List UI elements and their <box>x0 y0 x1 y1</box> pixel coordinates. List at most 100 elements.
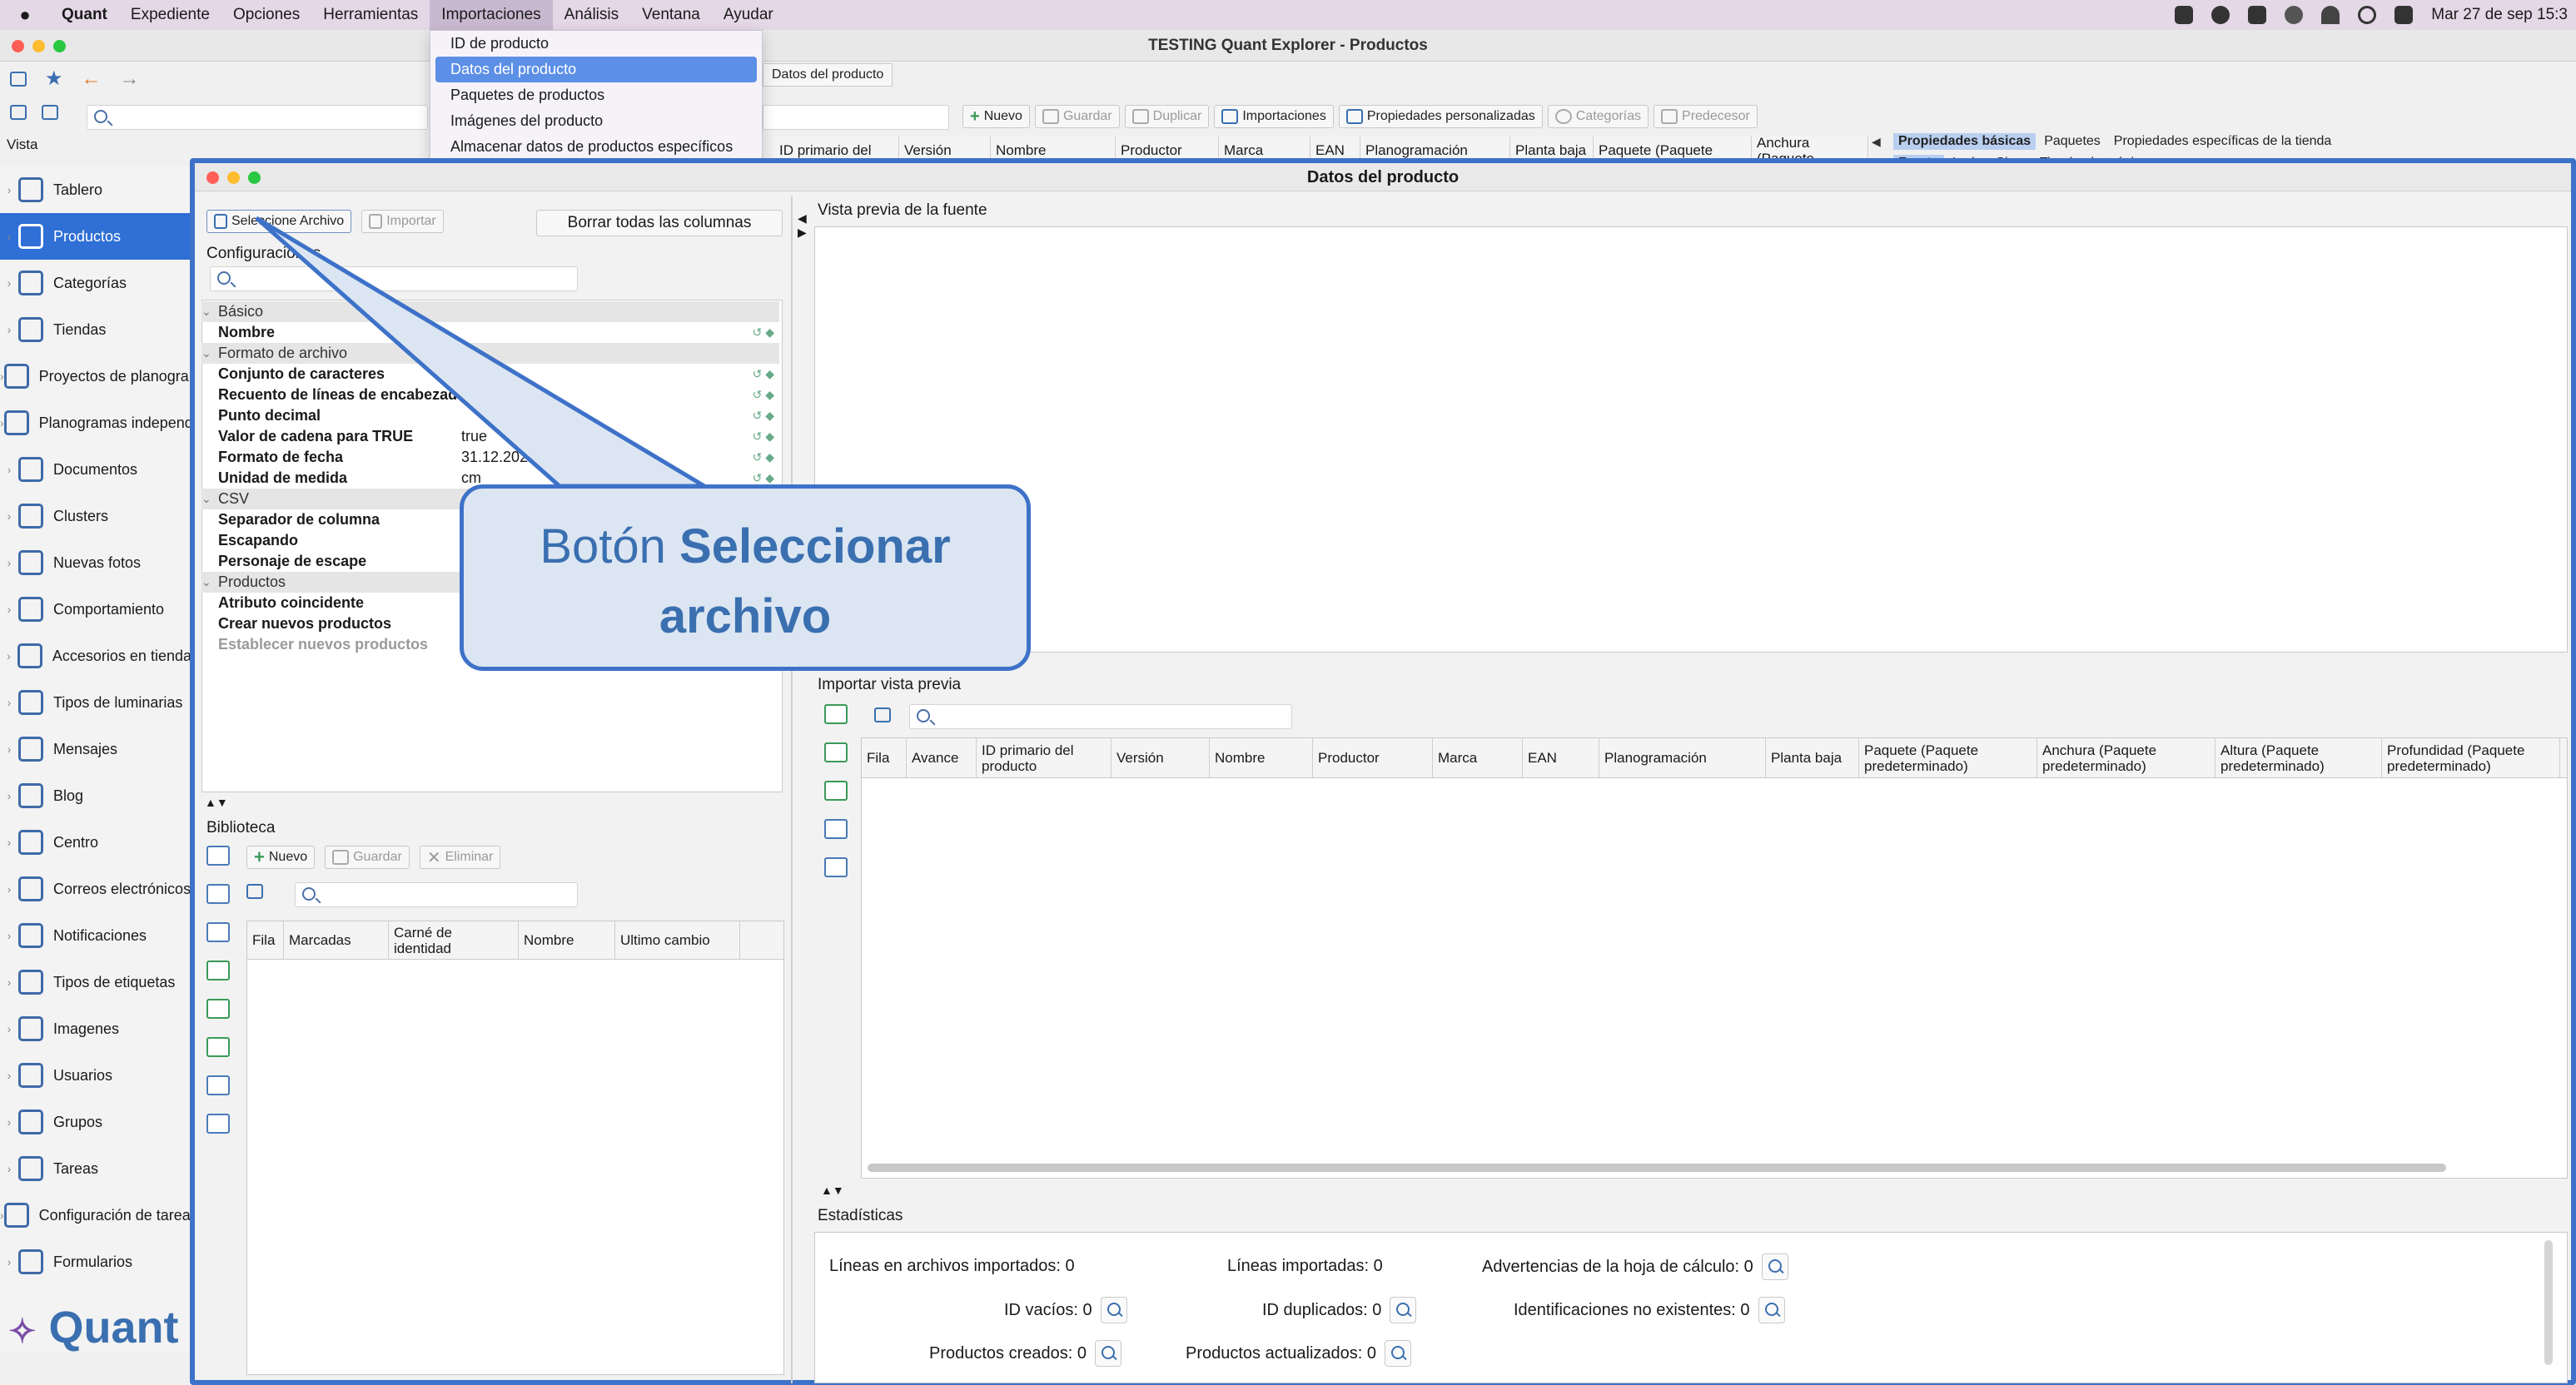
importaciones-button[interactable]: Importaciones <box>1214 105 1334 128</box>
minimize-icon[interactable] <box>32 40 45 52</box>
apple-icon[interactable]: ● <box>0 4 50 26</box>
sidebar-item[interactable]: › Correos electrónicos <box>0 866 191 912</box>
property-row[interactable]: Nombre ↺ ◆ <box>201 322 779 343</box>
right-tab[interactable]: Propiedades específicas de la tienda <box>2109 133 2337 150</box>
secondary-search-input[interactable] <box>763 105 949 130</box>
reset-icon[interactable]: ↺ ◆ <box>746 367 779 381</box>
lib-guardar-button[interactable]: Guardar <box>325 846 410 869</box>
lib-nuevo-button[interactable]: + Nuevo <box>246 846 316 869</box>
dialog-close-icon[interactable] <box>206 171 219 184</box>
sidebar-item[interactable]: › Tipos de luminarias <box>0 679 191 726</box>
borrar-columnas-button[interactable]: Borrar todas las columnas <box>536 210 783 236</box>
sidebar-item[interactable]: › Nuevas fotos <box>0 539 191 586</box>
wifi-icon[interactable] <box>2321 6 2340 24</box>
group-chevron-icon[interactable]: ⌄ <box>201 492 215 506</box>
dropdown-item[interactable]: Almacenar datos de productos específicos <box>435 134 757 160</box>
property-value[interactable]: UTF-8 <box>458 365 746 383</box>
checklist-icon[interactable] <box>206 846 230 866</box>
import-column-header[interactable]: Altura (Paquete predeterminado) <box>2215 738 2382 777</box>
propiedades-button[interactable]: Propiedades personalizadas <box>1338 105 1543 128</box>
menu-ayudar[interactable]: Ayudar <box>712 0 785 30</box>
chart-icon[interactable] <box>824 857 848 877</box>
zoom-identificaciones-icon[interactable] <box>1758 1297 1785 1323</box>
categorias-button[interactable]: Categorías <box>1547 105 1649 128</box>
sidebar-toggle-icon[interactable] <box>10 71 27 87</box>
sidebar-item[interactable]: › Formularios <box>0 1239 191 1285</box>
collapse-left-arrow-icon[interactable]: ◀ <box>1872 135 1881 149</box>
property-row[interactable]: Punto decimal ↺ ◆ <box>201 405 779 426</box>
property-row[interactable]: Conjunto de caracteres UTF-8 ↺ ◆ <box>201 364 779 385</box>
zoom-id-duplicados-icon[interactable] <box>1390 1297 1417 1323</box>
group-chevron-icon[interactable]: ⌄ <box>201 305 215 319</box>
reset-icon[interactable]: ↺ ◆ <box>746 471 779 485</box>
import-column-header[interactable]: Fila <box>862 738 907 777</box>
duplicar-button[interactable]: Duplicar <box>1124 105 1210 128</box>
predecesor-button[interactable]: Predecesor <box>1654 105 1758 128</box>
zoom-productos-actualizados-icon[interactable] <box>1385 1340 1412 1367</box>
sidebar-item[interactable]: › Comportamiento <box>0 586 191 633</box>
dropdown-item[interactable]: Datos del producto <box>435 57 757 82</box>
menu-herramientas[interactable]: Herramientas <box>311 0 430 30</box>
zoom-productos-creados-icon[interactable] <box>1095 1340 1121 1367</box>
import-column-header[interactable]: Avance <box>907 738 977 777</box>
dropdown-item[interactable]: ID de producto <box>435 31 757 57</box>
splitter-arrows-icon[interactable]: ◀ ▶ <box>798 211 807 240</box>
import-column-header[interactable]: Marca <box>1433 738 1523 777</box>
group-chevron-icon[interactable]: ⌄ <box>201 575 215 589</box>
sidebar-item[interactable]: › Configuración de tareas <box>0 1192 191 1239</box>
sidebar-item[interactable]: › Tablero <box>0 166 191 213</box>
import-table-icon[interactable] <box>874 707 891 727</box>
right-tab[interactable]: Propiedades básicas <box>1893 133 2036 150</box>
library-column-header[interactable]: Fila <box>247 921 284 959</box>
xo-icon[interactable] <box>824 704 848 724</box>
table-icon[interactable] <box>42 105 58 120</box>
sidebar-item[interactable]: › Tiendas <box>0 306 191 353</box>
xo-green-icon[interactable] <box>824 742 848 762</box>
guardar-button[interactable]: Guardar <box>1034 105 1120 128</box>
csv-icon[interactable] <box>824 781 848 801</box>
csv-icon[interactable] <box>206 1037 230 1057</box>
import-column-header[interactable]: Productor <box>1313 738 1433 777</box>
import-search-input[interactable] <box>909 704 1292 729</box>
library-column-header[interactable]: Carné de identidad <box>389 921 519 959</box>
library-column-header[interactable]: Nombre <box>519 921 615 959</box>
library-column-header[interactable]: Ultimo cambio <box>615 921 740 959</box>
xo-green-icon[interactable] <box>206 999 230 1019</box>
sidebar-item[interactable]: › Blog <box>0 772 191 819</box>
sidebar-item[interactable]: › Usuarios <box>0 1052 191 1099</box>
star-icon[interactable]: ★ <box>45 67 63 91</box>
sidebar-item[interactable]: › Tipos de etiquetas <box>0 959 191 1005</box>
sidebar-item[interactable]: › Categorías <box>0 260 191 306</box>
zoom-advertencias-icon[interactable] <box>1761 1253 1788 1280</box>
reset-icon[interactable]: ↺ ◆ <box>746 429 779 444</box>
sidebar-item[interactable]: › Accesorios en tienda <box>0 633 191 679</box>
import-column-header[interactable]: Anchura (Paquete predeterminado) <box>2037 738 2215 777</box>
xo-icon[interactable] <box>206 961 230 980</box>
sidebar-item[interactable]: › Mensajes <box>0 726 191 772</box>
menu-importaciones[interactable]: Importaciones <box>430 0 553 30</box>
split-arrows-icon[interactable]: ▲▼ <box>205 796 228 809</box>
seleccione-archivo-button[interactable]: Seleccione Archivo <box>206 210 352 233</box>
dialog-zoom-icon[interactable] <box>248 171 261 184</box>
menu-expediente[interactable]: Expediente <box>119 0 221 30</box>
search-icon[interactable] <box>2358 6 2377 24</box>
dropdown-item[interactable]: Paquetes de productos <box>435 82 757 108</box>
sidebar-item[interactable]: › Clusters <box>0 493 191 539</box>
tab-datos-del-producto[interactable]: Datos del producto <box>763 63 893 87</box>
control-center-icon[interactable] <box>2394 6 2414 24</box>
sidebar-item[interactable]: › Notificaciones <box>0 912 191 959</box>
main-search-input[interactable] <box>87 105 428 130</box>
library-column-header[interactable]: Marcadas <box>284 921 389 959</box>
property-value[interactable]: true <box>458 428 746 445</box>
import-column-header[interactable]: ID primario del producto <box>977 738 1111 777</box>
sidebar-item[interactable]: › Imagenes <box>0 1005 191 1052</box>
property-row[interactable]: Formato de fecha 31.12.2022 ↺ ◆ <box>201 447 779 468</box>
close-icon[interactable] <box>12 40 24 52</box>
reset-icon[interactable]: ↺ ◆ <box>746 409 779 423</box>
import-column-header[interactable]: Nombre <box>1210 738 1313 777</box>
menu-opciones[interactable]: Opciones <box>221 0 311 30</box>
import-horizontal-scrollbar[interactable] <box>868 1164 2446 1172</box>
table-edit-icon[interactable] <box>824 819 848 839</box>
sidebar-item[interactable]: › Centro <box>0 819 191 866</box>
dropdown-item[interactable]: Imágenes del producto <box>435 108 757 134</box>
